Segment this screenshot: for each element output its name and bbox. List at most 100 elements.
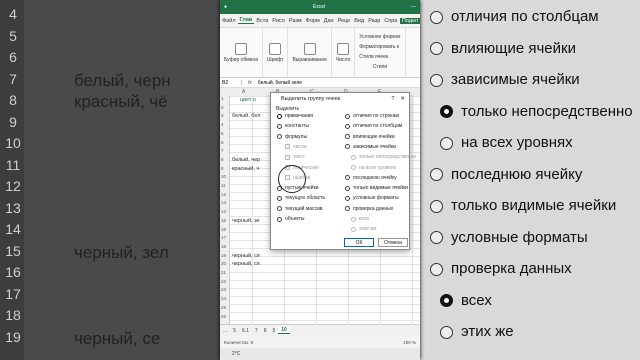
grid-cell[interactable]: черный, се (232, 253, 260, 259)
share-button[interactable]: Подел (399, 17, 420, 24)
grid-cell[interactable]: белый, бел (232, 113, 260, 119)
radio-icon[interactable] (345, 175, 350, 181)
radio-icon[interactable] (345, 144, 350, 150)
row-header[interactable]: 24 (221, 296, 226, 301)
radio-icon[interactable] (345, 123, 350, 129)
radio-icon[interactable] (277, 134, 282, 140)
row-header[interactable]: 3 (221, 113, 224, 118)
row-header[interactable]: 26 (221, 314, 226, 319)
row-header[interactable]: 11 (221, 183, 226, 188)
row-number: 10 (5, 135, 21, 151)
dialog-option[interactable]: текущий массив (277, 206, 323, 212)
dialog-option[interactable]: условные форматы (345, 195, 399, 201)
sheet-tab[interactable]: 8 (261, 328, 270, 334)
row-header[interactable]: 17 (221, 235, 226, 240)
radio-icon[interactable] (345, 195, 350, 201)
row-header[interactable]: 25 (221, 305, 226, 310)
formula-input[interactable]: белый, белый зеле (258, 80, 302, 86)
name-box[interactable]: B2 (220, 79, 242, 86)
minimize-icon[interactable]: — (411, 4, 416, 10)
grid-cell[interactable]: красный, ч (232, 166, 259, 172)
ribbon-tab[interactable]: Вста (254, 18, 270, 24)
close-icon[interactable]: ✕ (400, 96, 405, 102)
dialog-option[interactable]: отличия по столбцам (345, 123, 402, 129)
ribbon-tab[interactable]: Реце (336, 18, 353, 24)
row-header[interactable]: 8 (221, 157, 224, 162)
row-header[interactable]: 5 (221, 131, 224, 136)
sheet-tab[interactable]: 10 (278, 327, 290, 334)
dialog-option[interactable]: примечания (277, 113, 313, 119)
ribbon-tab[interactable]: Дан (322, 18, 336, 24)
sheet-tab[interactable]: 7 (252, 328, 261, 334)
row-header[interactable]: 16 (221, 227, 226, 232)
dialog-option[interactable]: формулы (277, 134, 307, 140)
row-header[interactable]: 23 (221, 287, 226, 292)
dialog-option[interactable]: текущую область (277, 195, 325, 201)
row-header[interactable]: 15 (221, 218, 226, 223)
sheet-tab[interactable]: 9 (269, 328, 278, 334)
font-group[interactable]: Шрифт (263, 28, 289, 77)
cancel-button[interactable]: Отмена (378, 238, 408, 247)
option-label: зависимые ячейки (353, 143, 396, 150)
styles-item[interactable]: Форматировать к (359, 44, 399, 50)
fx-icon[interactable]: fx (242, 80, 258, 86)
dialog-option[interactable]: влияющие ячейки (345, 134, 395, 140)
column-header[interactable]: A (242, 89, 245, 95)
row-header[interactable]: 2 (221, 105, 224, 110)
row-header[interactable]: 1 (221, 96, 224, 101)
dialog-option[interactable]: отличия по строкам (345, 113, 399, 119)
row-header[interactable]: 12 (221, 192, 226, 197)
grid-cell[interactable]: черный, се (232, 261, 260, 267)
ribbon-tab[interactable]: Глав (237, 17, 255, 24)
row-header[interactable]: 4 (221, 122, 224, 127)
row-header[interactable]: 9 (221, 166, 224, 171)
row-header[interactable]: 10 (221, 174, 226, 179)
ribbon-tab[interactable]: Вид (352, 18, 366, 24)
dialog-option[interactable]: зависимые ячейки (345, 144, 396, 150)
styles-item[interactable]: Условное формат (359, 34, 401, 40)
ribbon-tab[interactable]: Спра (382, 18, 399, 24)
row-header[interactable]: 7 (221, 148, 224, 153)
row-header[interactable]: 21 (221, 270, 226, 275)
radio-icon[interactable] (345, 185, 350, 191)
radio-icon[interactable] (345, 206, 350, 212)
help-icon[interactable]: ? (391, 96, 394, 102)
styles-item[interactable]: Стили ячеек (359, 54, 388, 60)
sheet-tab[interactable]: ... (220, 328, 230, 334)
ribbon-tab[interactable]: Разм (287, 18, 304, 24)
dialog-option[interactable]: константы (277, 123, 309, 129)
radio-icon[interactable] (345, 134, 350, 140)
dialog-option[interactable]: проверка данных (345, 206, 393, 212)
radio-icon[interactable] (277, 206, 282, 212)
row-header[interactable]: 13 (221, 200, 226, 205)
dialog-option: этих же (351, 226, 377, 232)
sheet-tab[interactable]: 5 (230, 328, 239, 334)
header-cell[interactable]: цвет о (240, 97, 256, 103)
radio-icon[interactable] (277, 195, 282, 201)
ribbon-tab[interactable]: Разр (366, 18, 382, 24)
dialog-option[interactable]: объекты (277, 216, 305, 222)
ribbon-tab[interactable]: Форм (304, 18, 322, 24)
ok-button[interactable]: ОК (344, 238, 374, 247)
sheet-tab[interactable]: 6.1 (239, 328, 252, 334)
dialog-option[interactable]: только видимые ячейки (345, 185, 408, 191)
clipboard-group[interactable]: Буфер обмена (220, 28, 263, 77)
row-header[interactable]: 20 (221, 261, 226, 266)
radio-icon[interactable] (345, 113, 350, 119)
row-header[interactable]: 14 (221, 209, 226, 214)
radio-icon[interactable] (277, 123, 282, 129)
radio-icon[interactable] (277, 216, 282, 222)
ribbon-tab[interactable]: Рисо (270, 18, 287, 24)
grid-cell[interactable]: черный, зе (232, 218, 260, 224)
row-header[interactable]: 18 (221, 244, 226, 249)
alignment-group[interactable]: Выравнивание (288, 28, 332, 77)
row-header[interactable]: 22 (221, 279, 226, 284)
number-group[interactable]: Число (332, 28, 356, 77)
dialog-option[interactable]: последнюю ячейку (345, 175, 397, 181)
zoom-level[interactable]: 100 % (403, 340, 416, 345)
radio-icon[interactable] (277, 113, 282, 119)
row-header[interactable]: 6 (221, 140, 224, 145)
row-header[interactable]: 19 (221, 253, 226, 258)
grid-cell[interactable]: белый, чер (232, 157, 260, 163)
ribbon-tab[interactable]: Файл (220, 18, 238, 24)
